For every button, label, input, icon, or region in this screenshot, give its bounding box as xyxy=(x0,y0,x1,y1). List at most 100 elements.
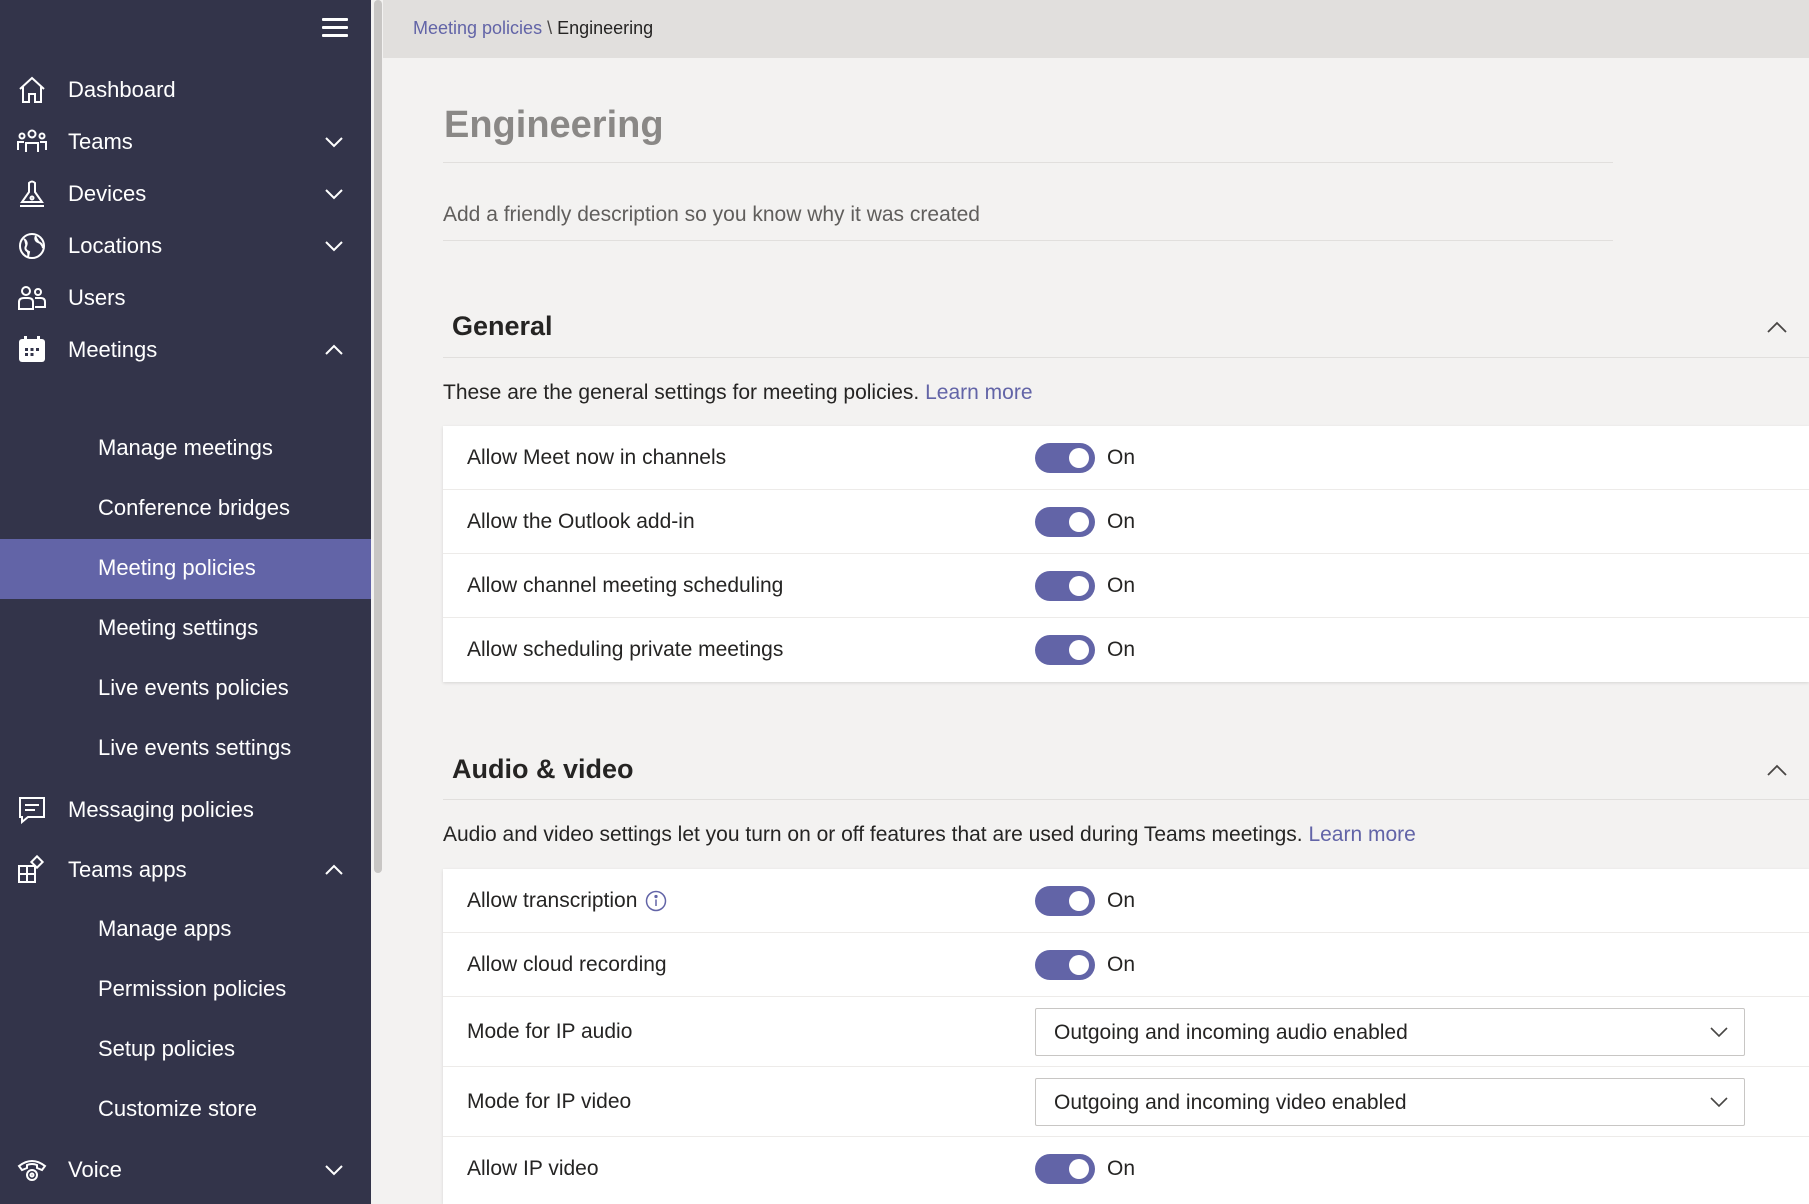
setting-label: Allow the Outlook add-in xyxy=(467,510,695,533)
setting-row: Allow channel meeting scheduling On xyxy=(443,554,1809,618)
toggle-switch[interactable] xyxy=(1035,635,1095,665)
sidebar-item-users[interactable]: Users xyxy=(0,268,371,328)
breadcrumb: Meeting policies \ Engineering xyxy=(413,18,653,39)
dropdown-value: Outgoing and incoming video enabled xyxy=(1054,1091,1407,1114)
sidebar-item-voice[interactable]: Voice xyxy=(0,1140,371,1200)
sidebar-item-live-events-settings[interactable]: Live events settings xyxy=(0,719,371,779)
toggle-state: On xyxy=(1107,953,1136,976)
users-icon xyxy=(16,282,48,314)
sidebar-item-label: Voice xyxy=(68,1157,122,1182)
sidebar-item-messaging-policies[interactable]: Messaging policies xyxy=(0,780,371,840)
sidebar-item-locations[interactable]: Locations xyxy=(0,216,371,276)
sidebar-item-setup-policies[interactable]: Setup policies xyxy=(0,1020,371,1080)
info-icon[interactable] xyxy=(645,890,667,912)
chevron-up-icon[interactable] xyxy=(1764,757,1790,783)
teams-icon xyxy=(16,126,48,158)
sidebar-item-label: Users xyxy=(68,285,126,310)
breadcrumb-current: Engineering xyxy=(557,18,654,38)
sidebar-item-label: Live events policies xyxy=(98,675,289,700)
chevron-down-icon xyxy=(1708,1091,1730,1113)
chevron-up-icon[interactable] xyxy=(1764,314,1790,340)
setting-row: Allow the Outlook add-in On xyxy=(443,490,1809,554)
sidebar-item-label: Meeting settings xyxy=(98,615,259,640)
learn-more-link[interactable]: Learn more xyxy=(1308,823,1415,846)
setting-label: Allow scheduling private meetings xyxy=(467,638,784,661)
sidebar-item-meetings[interactable]: Meetings xyxy=(0,320,371,380)
divider xyxy=(443,162,1613,163)
setting-label: Allow cloud recording xyxy=(467,953,667,976)
setting-label: Allow Meet now in channels xyxy=(467,446,727,469)
setting-label: Mode for IP video xyxy=(467,1090,632,1113)
sidebar-item-label: Conference bridges xyxy=(98,495,291,520)
sidebar-item-teams-apps[interactable]: Teams apps xyxy=(0,840,371,900)
dropdown-value: Outgoing and incoming audio enabled xyxy=(1054,1021,1408,1044)
setting-label: Allow IP video xyxy=(467,1157,599,1180)
toggle-state: On xyxy=(1107,638,1136,661)
devices-icon xyxy=(16,178,48,210)
setting-row: Allow IP video On xyxy=(443,1137,1809,1201)
toggle-switch[interactable] xyxy=(1035,443,1095,473)
toggle-switch[interactable] xyxy=(1035,1154,1095,1184)
sidebar-scrollbar-thumb[interactable] xyxy=(374,0,382,873)
toggle-switch[interactable] xyxy=(1035,571,1095,601)
sidebar-item-label: Dashboard xyxy=(68,77,176,102)
settings-card-general: Allow Meet now in channels On Allow the … xyxy=(443,426,1809,682)
sidebar-item-conference-bridges[interactable]: Conference bridges xyxy=(0,479,371,539)
calendar-icon xyxy=(16,334,48,366)
sidebar-item-teams[interactable]: Teams xyxy=(0,112,371,172)
setting-row: Allow Meet now in channels On xyxy=(443,426,1809,490)
chevron-up-icon[interactable] xyxy=(322,338,346,362)
sidebar-item-label: Permission policies xyxy=(98,976,287,1001)
toggle-switch[interactable] xyxy=(1035,886,1095,916)
phone-icon xyxy=(16,1154,48,1186)
sidebar-item-label: Setup policies xyxy=(98,1036,235,1061)
sidebar-item-meeting-policies[interactable]: Meeting policies xyxy=(0,539,371,599)
sidebar-item-manage-apps[interactable]: Manage apps xyxy=(0,900,371,960)
setting-row: Allow cloud recording On xyxy=(443,933,1809,997)
sidebar-item-label: Teams apps xyxy=(68,857,187,882)
section-description-text: Audio and video settings let you turn on… xyxy=(443,823,1303,846)
message-icon xyxy=(16,794,48,826)
ip-audio-mode-dropdown[interactable]: Outgoing and incoming audio enabled xyxy=(1035,1008,1745,1056)
divider xyxy=(443,799,1809,800)
sidebar-item-permission-policies[interactable]: Permission policies xyxy=(0,960,371,1020)
toggle-state: On xyxy=(1107,510,1136,533)
chevron-down-icon[interactable] xyxy=(322,1158,346,1182)
breadcrumb-link-meeting-policies[interactable]: Meeting policies xyxy=(413,18,542,38)
sidebar-item-meeting-settings[interactable]: Meeting settings xyxy=(0,599,371,659)
chevron-down-icon[interactable] xyxy=(322,234,346,258)
toggle-state: On xyxy=(1107,889,1136,912)
sidebar-item-label: Locations xyxy=(68,233,163,258)
setting-label: Allow transcription xyxy=(467,889,667,913)
sidebar-item-label: Manage apps xyxy=(98,916,232,941)
toggle-switch[interactable] xyxy=(1035,950,1095,980)
description-input[interactable]: Add a friendly description so you know w… xyxy=(443,203,980,227)
sidebar-item-label: Manage meetings xyxy=(98,435,273,460)
chevron-down-icon[interactable] xyxy=(322,130,346,154)
section-description-audio-video: Audio and video settings let you turn on… xyxy=(443,823,1416,847)
sidebar: Dashboard Teams Devices Locations Users … xyxy=(0,0,371,1204)
ip-video-mode-dropdown[interactable]: Outgoing and incoming video enabled xyxy=(1035,1078,1745,1126)
chevron-up-icon[interactable] xyxy=(322,858,346,882)
toggle-state: On xyxy=(1107,446,1136,469)
sidebar-item-label: Meeting policies xyxy=(98,555,256,580)
sidebar-item-devices[interactable]: Devices xyxy=(0,164,371,224)
home-icon xyxy=(16,74,48,106)
sidebar-item-dashboard[interactable]: Dashboard xyxy=(0,60,371,120)
setting-label: Allow channel meeting scheduling xyxy=(467,574,784,597)
setting-label: Mode for IP audio xyxy=(467,1020,633,1043)
section-title-audio-video: Audio & video xyxy=(452,754,634,784)
sidebar-item-customize-store[interactable]: Customize store xyxy=(0,1080,371,1140)
divider xyxy=(443,357,1809,358)
toggle-switch[interactable] xyxy=(1035,507,1095,537)
divider xyxy=(443,240,1613,241)
section-title-general: General xyxy=(452,311,553,341)
section-description-text: These are the general settings for meeti… xyxy=(443,381,920,404)
chevron-down-icon[interactable] xyxy=(322,182,346,206)
setting-label-text: Allow transcription xyxy=(467,889,638,912)
sidebar-item-live-events-policies[interactable]: Live events policies xyxy=(0,659,371,719)
sidebar-item-manage-meetings[interactable]: Manage meetings xyxy=(0,419,371,479)
page-title[interactable]: Engineering xyxy=(444,104,664,147)
hamburger-menu-icon[interactable] xyxy=(322,16,348,40)
learn-more-link[interactable]: Learn more xyxy=(925,381,1032,404)
